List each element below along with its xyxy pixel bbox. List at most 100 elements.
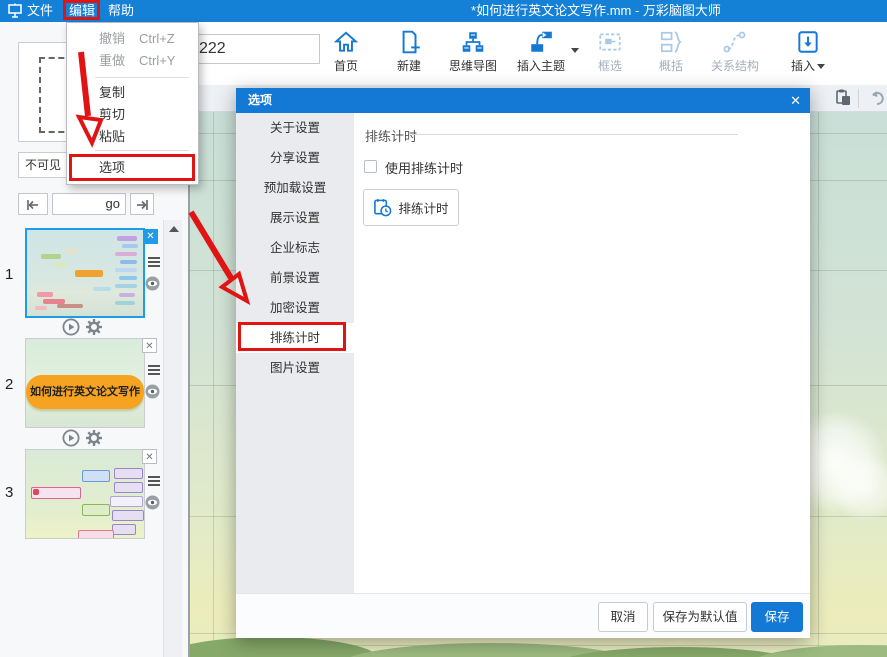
slide-1-number: 1 [5,266,13,283]
edit-menu-popup: 撤销 Ctrl+Z 重做 Ctrl+Y 复制 剪切 粘贴 选项 [66,22,199,185]
insert-icon [795,29,821,55]
app-logo-icon [7,3,23,22]
mindmap-icon [460,29,486,55]
titlebar: 文件 编辑 帮助 *如何进行英文论文写作.mm - 万彩脑图大师 [0,0,887,22]
toolbar-home-button[interactable]: 首页 [318,29,374,74]
menu-help[interactable]: 帮助 [108,0,134,22]
summary-icon [658,29,684,55]
box-select-icon [597,29,623,55]
dialog-footer: 取消 保存为默认值 保存 [236,593,810,638]
toolbar-relation-button: 关系结构 [699,29,771,74]
dialog-header[interactable]: 选项 ✕ [236,88,810,113]
slide-2-menu-icon[interactable] [148,365,160,377]
grid-line [818,112,819,657]
insert-topic-icon [528,29,554,55]
relation-icon [722,29,748,55]
sidebar-item-image[interactable]: 图片设置 [236,353,354,383]
slide-2-number: 2 [5,376,13,393]
menu-separator [95,77,189,78]
toolbar-home-label: 首页 [334,59,358,73]
thumbnail-scrollbar[interactable] [163,220,182,657]
go-button[interactable]: go [106,196,120,211]
dialog-sidebar: 关于设置 分享设置 预加载设置 展示设置 企业标志 前景设置 加密设置 排练计时… [236,113,354,593]
toolbar-new-button[interactable]: 新建 [381,29,437,74]
grid-line [213,112,214,657]
toolbar-insert-topic-button[interactable]: 插入主题 [505,29,577,74]
menu-item-redo-shortcut: Ctrl+Y [139,53,175,69]
dialog-title: 选项 [248,88,272,113]
chevron-down-icon [817,64,825,69]
menu-item-cut[interactable]: 剪切 [99,107,125,123]
toolbar-relation-label: 关系结构 [711,59,759,73]
use-rehearse-label: 使用排练计时 [385,158,463,177]
options-dialog: 选项 ✕ 关于设置 分享设置 预加载设置 展示设置 企业标志 前景设置 加密设置… [236,88,810,638]
menu-item-copy[interactable]: 复制 [99,85,125,101]
hill-decoration [750,645,887,657]
hill-decoration [190,637,380,657]
slide-1-thumbnail[interactable] [25,228,145,318]
menu-item-redo: 重做 [99,53,125,69]
slide-1-close-icon[interactable]: ✕ [143,229,158,244]
slide-3-close-icon[interactable]: ✕ [142,449,157,464]
slide-2-root-node: 如何进行英文论文写作 [26,375,144,409]
slide-2-visibility-icon[interactable] [145,384,160,404]
last-page-button[interactable] [130,193,154,215]
save-as-default-button[interactable]: 保存为默认值 [653,602,747,632]
toolbar-separator [858,89,859,108]
last-page-icon [134,198,150,212]
page-number-input[interactable]: go [52,193,126,215]
chevron-down-icon[interactable] [571,48,579,53]
use-rehearse-checkbox[interactable] [364,160,377,173]
toolbar-new-label: 新建 [397,59,421,73]
section-divider [412,134,738,135]
save-button[interactable]: 保存 [751,602,803,632]
slide-3-thumbnail[interactable] [25,449,145,539]
toolbar-mindmap-button[interactable]: 思维导图 [441,29,505,74]
toolbar-insert-label: 插入 [791,59,815,73]
rehearse-timer-button[interactable]: 排练计时 [363,189,459,226]
rehearse-section-heading: 排练计时 [365,126,417,145]
scroll-up-icon[interactable] [169,226,179,232]
toolbar-box-select-button: 框选 [582,29,638,74]
menu-item-undo: 撤销 [99,31,125,47]
toolbar-box-select-label: 框选 [598,59,622,73]
annotation-redbox-options-item [69,154,195,181]
toolbar-mindmap-label: 思维导图 [449,59,497,73]
sidebar-item-logo[interactable]: 企业标志 [236,233,354,263]
first-page-icon [25,198,41,212]
cancel-button[interactable]: 取消 [598,602,648,632]
slide-2-thumbnail[interactable]: 如何进行英文论文写作 [25,338,145,428]
sidebar-item-share[interactable]: 分享设置 [236,143,354,173]
slide-3-visibility-icon[interactable] [145,495,160,515]
undo-icon[interactable] [867,88,887,113]
slide-1-menu-icon[interactable] [148,257,160,269]
menu-separator [95,150,189,151]
shape-visibility-value: 不可见 [25,158,61,172]
sidebar-item-about[interactable]: 关于设置 [236,113,354,143]
menu-item-undo-shortcut: Ctrl+Z [139,31,175,47]
zoom-input[interactable] [190,34,320,64]
sidebar-item-foreground[interactable]: 前景设置 [236,263,354,293]
annotation-redbox-rehearse-item [238,322,346,351]
window-title: *如何进行英文论文写作.mm - 万彩脑图大师 [471,0,721,22]
toolbar-summary-button: 概括 [643,29,699,74]
paste-icon[interactable] [833,88,853,113]
rehearse-timer-icon [373,198,392,217]
sidebar-item-display[interactable]: 展示设置 [236,203,354,233]
toolbar-summary-label: 概括 [659,59,683,73]
sidebar-item-encrypt[interactable]: 加密设置 [236,293,354,323]
menu-item-paste[interactable]: 粘贴 [99,129,125,145]
slide-2-close-icon[interactable]: ✕ [142,338,157,353]
new-document-icon [396,29,422,55]
slide-1-visibility-icon[interactable] [145,276,160,296]
sidebar-item-preload[interactable]: 预加载设置 [236,173,354,203]
annotation-redbox-edit-menu [63,0,100,20]
rehearse-timer-label: 排练计时 [398,198,448,217]
home-icon [333,29,359,55]
slide-3-number: 3 [5,484,13,501]
first-page-button[interactable] [18,193,48,215]
toolbar-insert-button[interactable]: 插入 [778,29,838,74]
dialog-close-icon[interactable]: ✕ [790,88,801,113]
slide-3-menu-icon[interactable] [148,476,160,488]
menu-file[interactable]: 文件 [27,0,53,22]
